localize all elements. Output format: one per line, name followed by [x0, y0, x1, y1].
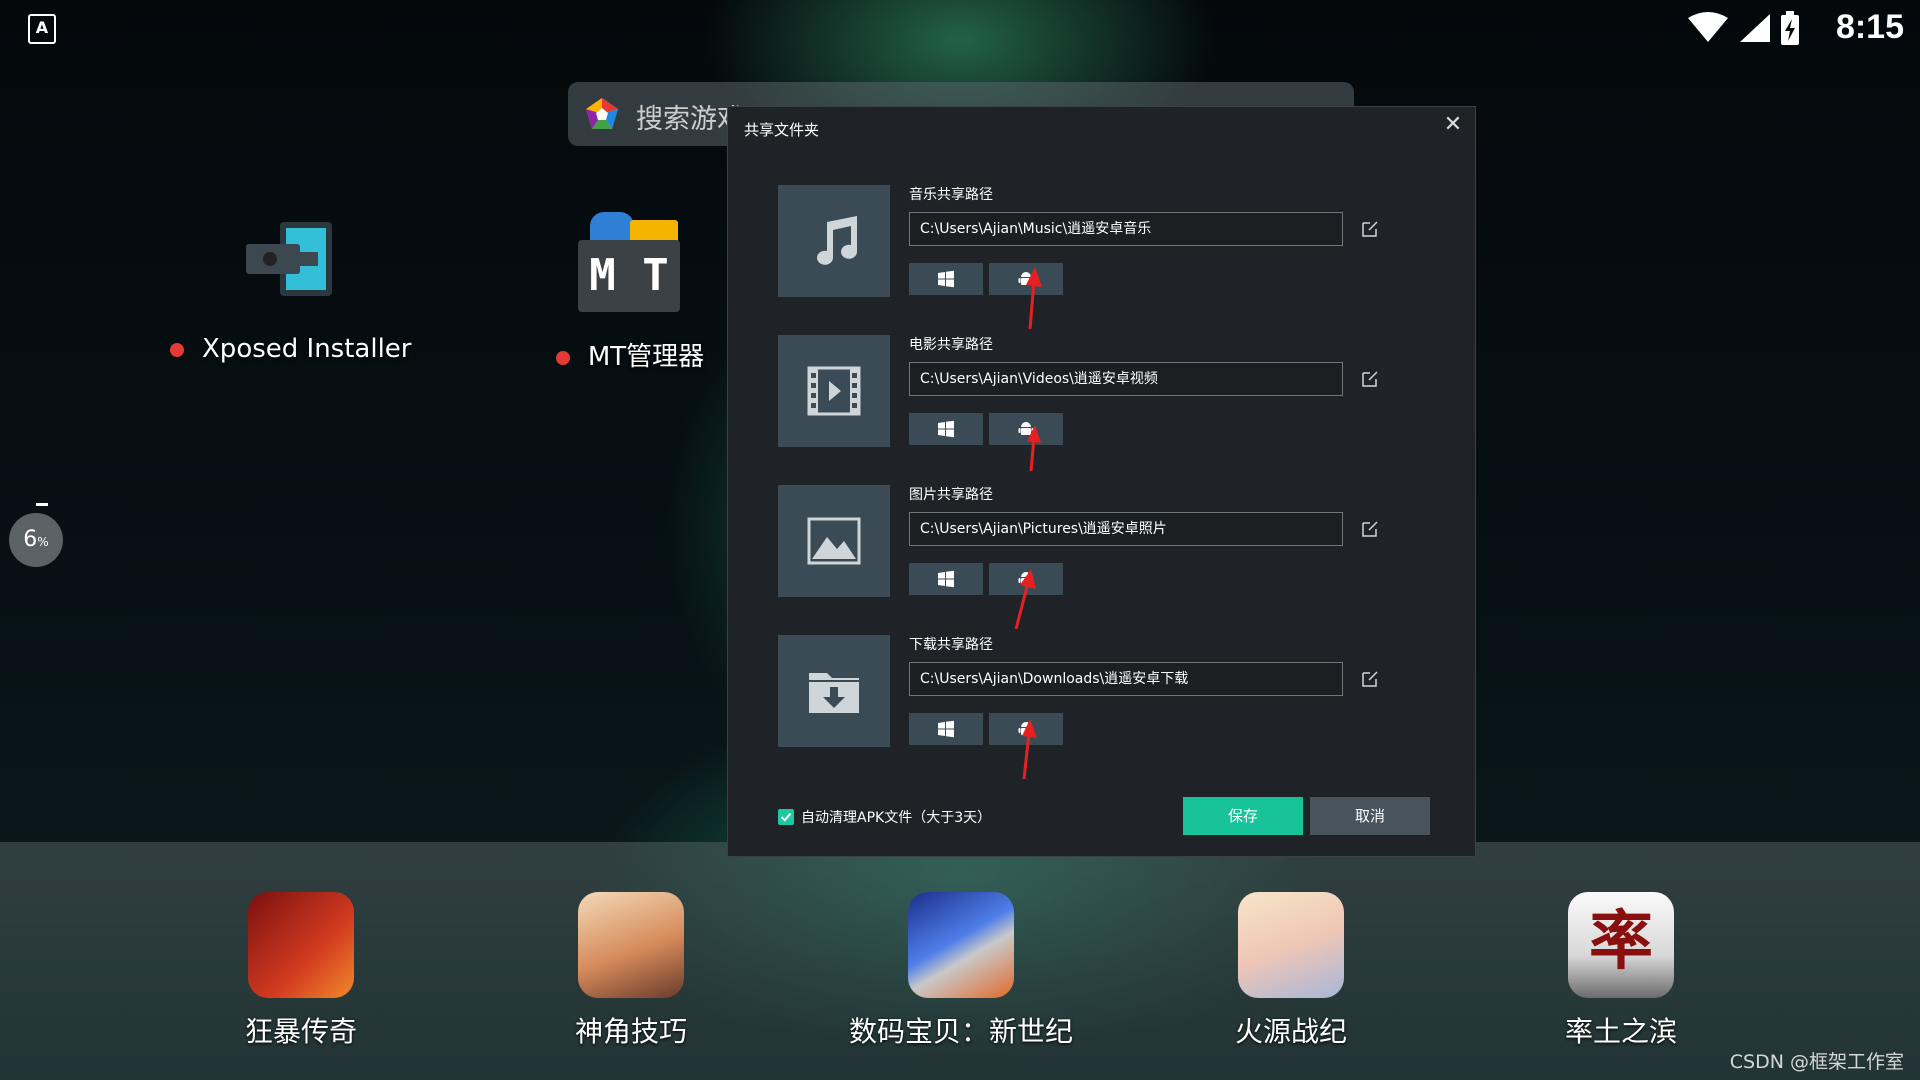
app-label: MT管理器: [587, 342, 705, 372]
app-xposed-installer[interactable]: Xposed Installer: [170, 216, 412, 364]
game-icon: [248, 892, 354, 998]
puzzle-icon: [246, 222, 332, 296]
auto-clean-apk-option[interactable]: 自动清理APK文件（大于3天）: [778, 807, 991, 827]
dock-app-2[interactable]: 神角技巧: [501, 892, 761, 1050]
dock-app-label: 率土之滨: [1564, 1015, 1677, 1048]
open-in-windows-button[interactable]: [909, 263, 983, 295]
watermark: CSDN @框架工作室: [1729, 1051, 1904, 1073]
game-icon: [1238, 892, 1344, 998]
game-icon: 率: [1568, 892, 1674, 998]
edit-icon[interactable]: [1361, 220, 1379, 238]
download-share-section: 下载共享路径 C:\Users\Ajian\Downloads\逍遥安卓下载: [778, 635, 1458, 747]
battery-icon: [1781, 11, 1799, 45]
windows-icon: [938, 720, 954, 738]
dock-app-3[interactable]: 数码宝贝：新世纪: [831, 892, 1091, 1050]
progress-value: 6: [23, 527, 38, 552]
save-button[interactable]: 保存: [1183, 797, 1303, 835]
open-in-windows-button[interactable]: [909, 563, 983, 595]
section-label: 电影共享路径: [909, 337, 993, 353]
edit-icon[interactable]: [1361, 370, 1379, 388]
auto-clean-label: 自动清理APK文件（大于3天）: [801, 810, 992, 826]
dock-app-label: 狂暴传奇: [244, 1015, 357, 1048]
accessibility-icon: A: [28, 14, 56, 44]
annotation-arrow: [1014, 569, 1036, 630]
section-label: 图片共享路径: [909, 487, 993, 503]
dock-app-label: 神角技巧: [574, 1015, 687, 1048]
section-label: 音乐共享路径: [909, 187, 993, 203]
video-share-section: 电影共享路径 C:\Users\Ajian\Videos\逍遥安卓视频: [778, 335, 1458, 447]
music-path-field[interactable]: C:\Users\Ajian\Music\逍遥安卓音乐: [909, 212, 1343, 246]
music-note-icon: [778, 185, 890, 297]
dock-app-4[interactable]: 火源战纪: [1161, 892, 1421, 1050]
edit-icon[interactable]: [1361, 520, 1379, 538]
dock-app-label: 火源战纪: [1234, 1015, 1347, 1048]
dock-app-1[interactable]: 狂暴传奇: [171, 892, 431, 1050]
picture-path-field[interactable]: C:\Users\Ajian\Pictures\逍遥安卓照片: [909, 512, 1343, 546]
status-time: 8:15: [1835, 8, 1904, 46]
app-mt-manager[interactable]: M T MT管理器: [530, 212, 730, 373]
film-icon: [778, 335, 890, 447]
progress-unit: %: [37, 535, 49, 549]
close-icon[interactable]: ✕: [1441, 113, 1465, 137]
section-label: 下载共享路径: [909, 637, 993, 653]
dock-app-label: 数码宝贝：新世纪: [848, 1015, 1073, 1048]
cellular-signal-icon: [1740, 14, 1770, 42]
floating-progress-ball[interactable]: 6%: [9, 513, 63, 567]
auto-clean-checkbox[interactable]: [778, 809, 794, 825]
annotation-arrow: [1027, 425, 1041, 472]
open-in-windows-button[interactable]: [909, 413, 983, 445]
download-folder-icon: [778, 635, 890, 747]
app-label: Xposed Installer: [202, 334, 412, 364]
dialog-title: 共享文件夹: [744, 121, 820, 139]
picture-share-section: 图片共享路径 C:\Users\Ajian\Pictures\逍遥安卓照片: [778, 485, 1458, 597]
cancel-button[interactable]: 取消: [1310, 797, 1430, 835]
status-icons: [1688, 10, 1800, 46]
status-bar: A 8:15: [0, 0, 1920, 56]
new-badge-dot: [170, 342, 184, 357]
edit-icon[interactable]: [1361, 670, 1379, 688]
picture-icon: [778, 485, 890, 597]
annotation-arrow: [1022, 719, 1037, 780]
music-share-section: 音乐共享路径 C:\Users\Ajian\Music\逍遥安卓音乐: [778, 185, 1458, 297]
game-icon: [908, 892, 1014, 998]
progress-tick: [36, 503, 48, 506]
windows-icon: [938, 570, 954, 588]
new-badge-dot: [555, 350, 570, 365]
wifi-icon: [1688, 12, 1728, 42]
video-path-field[interactable]: C:\Users\Ajian\Videos\逍遥安卓视频: [909, 362, 1343, 396]
windows-icon: [938, 270, 954, 288]
app-store-logo-icon: [586, 98, 618, 129]
checkmark-icon: [780, 812, 792, 822]
annotation-arrow: [1026, 267, 1042, 330]
open-in-windows-button[interactable]: [909, 713, 983, 745]
mt-icon: M T: [578, 212, 682, 314]
windows-icon: [938, 420, 954, 438]
game-icon: [578, 892, 684, 998]
shared-folder-dialog: 共享文件夹 ✕ 音乐共享路径 C:\Users\Ajian\Music\逍遥安卓…: [727, 106, 1476, 857]
dock-app-5[interactable]: 率 率土之滨: [1491, 892, 1751, 1050]
download-path-field[interactable]: C:\Users\Ajian\Downloads\逍遥安卓下载: [909, 662, 1343, 696]
